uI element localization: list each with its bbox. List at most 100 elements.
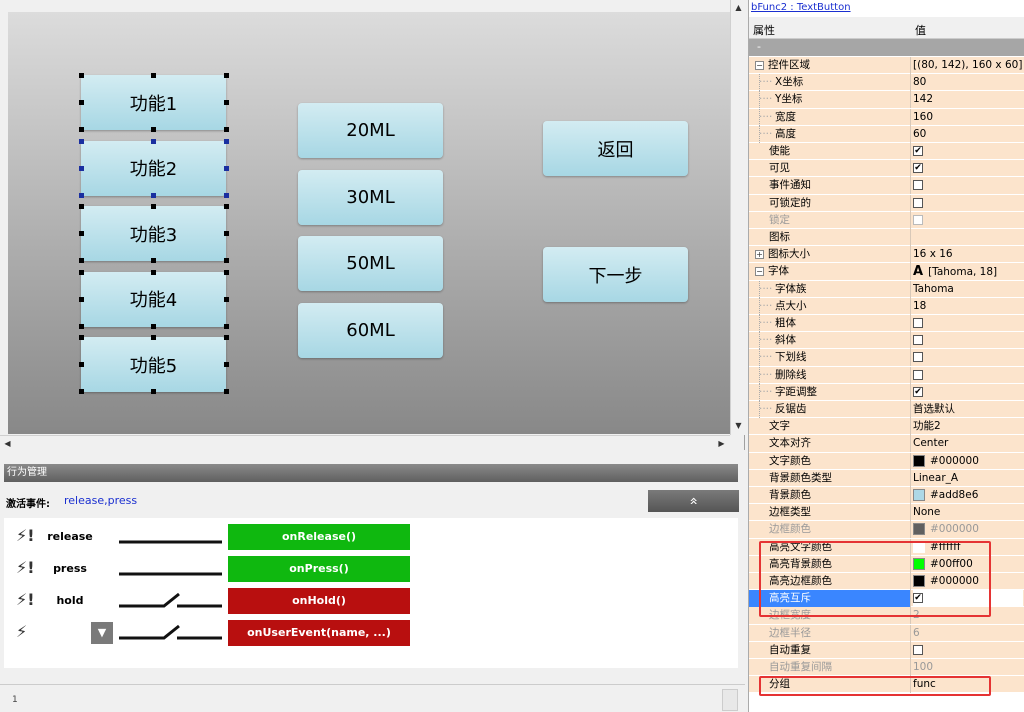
selection-handle[interactable] [224,362,229,367]
scroll-left-icon[interactable]: ◀ [0,436,15,451]
volume-button-3[interactable]: 50ML [298,236,443,291]
property-row[interactable]: 图标 [749,229,1024,247]
function-button-5[interactable]: 功能5 [81,337,226,392]
selection-handle[interactable] [151,73,156,78]
property-row[interactable]: 锁定 [749,211,1024,229]
event-handler-button[interactable]: onPress() [228,556,410,582]
volume-button-2[interactable]: 30ML [298,169,443,225]
function-button-2[interactable]: 功能2 [81,140,226,196]
property-row[interactable]: ···· X坐标 80 [749,74,1024,92]
selection-handle[interactable] [151,335,156,340]
event-dropdown-icon[interactable]: ▼ [91,622,113,644]
property-row[interactable]: 文字颜色 #000000 [749,452,1024,470]
selection-handle[interactable] [151,204,156,209]
canvas-vertical-scrollbar[interactable]: ▲ ▼ [730,0,745,435]
collapse-icon[interactable]: − [755,267,764,277]
checkbox[interactable] [913,335,923,346]
property-row[interactable]: + 图标大小 16 x 16 [749,246,1024,264]
property-row[interactable]: ···· 下划线 [749,349,1024,367]
property-row[interactable]: 自动重复 [749,641,1024,659]
selection-handle[interactable] [224,127,229,132]
property-row[interactable]: ···· 宽度 160 [749,108,1024,126]
selection-handle[interactable] [224,165,229,171]
selection-handle[interactable] [79,323,84,329]
next-step-button[interactable]: 下一步 [543,247,688,302]
selection-handle[interactable] [151,127,156,132]
event-handler-button[interactable]: onHold() [228,588,410,614]
color-swatch[interactable] [913,523,925,536]
property-row[interactable]: ···· 字距调整 ✔ [749,383,1024,401]
scroll-right-icon[interactable]: ▶ [714,436,729,451]
volume-button-1[interactable]: 20ML [298,103,443,158]
selection-handle[interactable] [151,269,156,275]
property-row[interactable]: 背景颜色类型 Linear_A [749,469,1024,487]
selection-handle[interactable] [224,73,229,78]
color-swatch[interactable] [913,454,925,467]
category-row[interactable]: - [749,39,1024,56]
selection-handle[interactable] [224,269,229,275]
property-row[interactable]: − 控件区域 [(80, 142), 160 x 60] [749,57,1024,75]
function-button-4[interactable]: 功能4 [81,271,226,327]
property-row[interactable]: ···· 反锯齿 首选默认 [749,401,1024,419]
selection-handle[interactable] [79,127,84,132]
property-row[interactable]: 使能 ✔ [749,143,1024,161]
property-row[interactable]: 文字 功能2 [749,418,1024,436]
function-button-1[interactable]: 功能1 [81,75,226,130]
selection-handle[interactable] [79,269,84,275]
selection-handle[interactable] [79,231,84,236]
expand-icon[interactable]: + [755,250,764,260]
selection-handle[interactable] [79,192,84,198]
selection-handle[interactable] [79,165,84,171]
scroll-down-icon[interactable]: ▼ [731,418,746,433]
collapse-button[interactable]: « [648,490,739,512]
volume-button-4[interactable]: 60ML [298,302,443,358]
selection-handle[interactable] [224,323,229,329]
property-row[interactable]: 自动重复间隔 100 [749,659,1024,677]
property-row[interactable]: − 字体 A [Tahoma, 18] [749,263,1024,281]
event-handler-button[interactable]: onUserEvent(name, ...) [228,620,410,646]
scroll-up-icon[interactable]: ▲ [731,0,746,15]
selection-handle[interactable] [79,100,84,105]
property-row[interactable]: 边框颜色 #000000 [749,521,1024,539]
property-row[interactable]: 边框半径 6 [749,624,1024,642]
property-row[interactable]: ···· 点大小 18 [749,297,1024,315]
color-swatch[interactable] [913,489,925,501]
selection-handle[interactable] [224,296,229,302]
selection-handle[interactable] [79,258,84,263]
selection-handle[interactable] [79,296,84,302]
selection-handle[interactable] [79,204,84,209]
selection-handle[interactable] [224,204,229,209]
selection-handle[interactable] [151,323,156,329]
selection-handle[interactable] [224,138,229,144]
checkbox[interactable]: ✔ [913,163,923,174]
selection-handle[interactable] [224,389,229,394]
property-row[interactable]: 可见 ✔ [749,160,1024,178]
checkbox[interactable]: ✔ [913,386,923,397]
property-row[interactable]: 背景颜色 #add8e6 [749,487,1024,505]
property-row[interactable]: ···· Y坐标 142 [749,91,1024,109]
checkbox[interactable] [913,318,923,328]
canvas-horizontal-scrollbar[interactable]: ◀ ▶ [0,435,730,450]
property-row[interactable]: ···· 斜体 [749,332,1024,350]
collapse-icon[interactable]: − [755,61,764,70]
property-row[interactable]: ···· 粗体 [749,315,1024,333]
property-row[interactable]: ···· 字体族 Tahoma [749,280,1024,298]
design-canvas[interactable]: 功能1 功能2 功能3 功能4 功能5 20ML 30ML 50ML 60ML 返回下一步 [8,12,730,434]
function-button-3[interactable]: 功能3 [81,206,226,261]
property-row[interactable]: 文本对齐 Center [749,435,1024,453]
event-handler-button[interactable]: onRelease() [228,524,410,550]
checkbox[interactable] [913,369,923,380]
selection-handle[interactable] [224,231,229,236]
checkbox[interactable] [913,214,923,225]
back-button[interactable]: 返回 [543,121,688,176]
selection-handle[interactable] [151,258,156,263]
selection-handle[interactable] [224,335,229,340]
property-row[interactable]: 可锁定的 [749,194,1024,212]
selection-handle[interactable] [224,258,229,263]
property-row[interactable]: 边框类型 None [749,504,1024,522]
selection-handle[interactable] [151,138,156,144]
selection-handle[interactable] [79,362,84,367]
selection-handle[interactable] [151,192,156,198]
selection-handle[interactable] [224,192,229,198]
selection-handle[interactable] [224,100,229,105]
